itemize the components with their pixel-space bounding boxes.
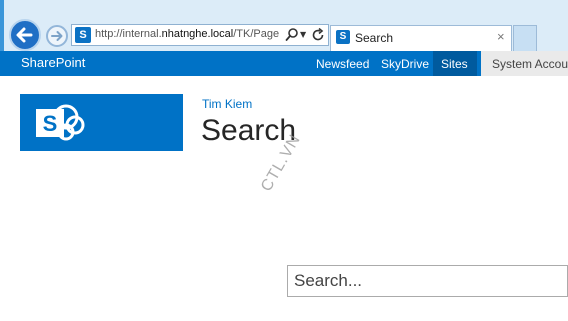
user-name: System Account <box>492 57 568 71</box>
back-button[interactable] <box>9 19 41 51</box>
search-input[interactable] <box>288 266 568 296</box>
forward-arrow-icon <box>51 31 63 41</box>
dropdown-icon[interactable]: ▼ <box>300 30 306 39</box>
url-prefix: http://internal. <box>95 28 162 40</box>
sharepoint-logo-icon: S <box>36 104 85 141</box>
svg-text:S: S <box>43 111 58 136</box>
breadcrumb[interactable]: Tim Kiem <box>202 97 252 111</box>
suite-bar: SharePoint Newsfeed SkyDrive Sites Syste… <box>0 51 568 76</box>
new-tab-button[interactable] <box>513 25 537 51</box>
tab-title: Search <box>355 31 394 45</box>
back-arrow-icon <box>16 27 33 43</box>
search-box[interactable] <box>287 265 568 297</box>
window-edge <box>0 0 4 51</box>
browser-tab-search[interactable]: S Search × <box>330 25 512 51</box>
browser-chrome: S http://internal.nhatnghe.local/TK/Page… <box>0 0 568 51</box>
nav-newsfeed[interactable]: Newsfeed <box>316 57 369 71</box>
address-bar[interactable]: S http://internal.nhatnghe.local/TK/Page… <box>71 24 329 46</box>
user-menu[interactable]: System Account <box>481 51 568 76</box>
close-icon[interactable]: × <box>497 29 505 44</box>
nav-sites[interactable]: Sites <box>441 57 468 71</box>
sharepoint-favicon-icon: S <box>336 30 350 44</box>
nav-skydrive[interactable]: SkyDrive <box>381 57 429 71</box>
forward-button[interactable] <box>46 25 68 47</box>
site-logo[interactable]: S <box>20 94 183 151</box>
url-domain: nhatnghe.local <box>161 28 234 40</box>
search-icon[interactable] <box>285 27 299 43</box>
refresh-icon[interactable] <box>310 27 326 43</box>
address-url[interactable]: http://internal.nhatnghe.local/TK/Page <box>95 28 283 40</box>
sharepoint-favicon-icon: S <box>75 27 91 43</box>
url-suffix: /TK/Page <box>233 28 280 40</box>
brand-label[interactable]: SharePoint <box>21 55 85 70</box>
